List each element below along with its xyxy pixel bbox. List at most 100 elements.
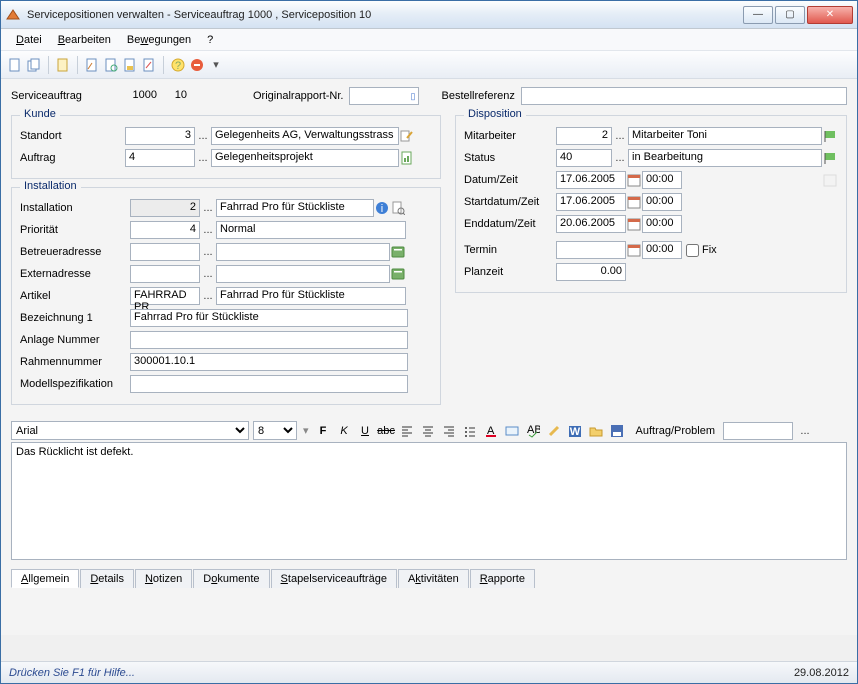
- card-icon[interactable]: [390, 244, 406, 260]
- dropdown-icon[interactable]: ▾: [208, 57, 224, 73]
- datum-time[interactable]: 00:00: [642, 171, 682, 189]
- calendar-icon[interactable]: [626, 216, 642, 232]
- doc1-icon[interactable]: [55, 57, 71, 73]
- installation-name[interactable]: Fahrrad Pro für Stückliste: [216, 199, 374, 217]
- flag-icon[interactable]: [822, 128, 838, 144]
- prioritaet-name[interactable]: Normal: [216, 221, 406, 239]
- insert-field-icon[interactable]: [504, 422, 521, 439]
- fix-checkbox[interactable]: [686, 244, 699, 257]
- mitarbeiter-name[interactable]: Mitarbeiter Toni: [628, 127, 822, 145]
- artikel-name[interactable]: Fahrrad Pro für Stückliste: [216, 287, 406, 305]
- betreuer-lookup[interactable]: ...: [200, 246, 216, 258]
- standort-lookup[interactable]: ...: [195, 130, 211, 142]
- stop-icon[interactable]: [189, 57, 205, 73]
- calendar-icon[interactable]: [626, 172, 642, 188]
- maximize-button[interactable]: ▢: [775, 6, 805, 24]
- underline-icon[interactable]: U: [357, 422, 374, 439]
- termin-time[interactable]: 00:00: [642, 241, 682, 259]
- prioritaet-nr[interactable]: 4: [130, 221, 200, 239]
- status-nr[interactable]: 40: [556, 149, 612, 167]
- word-icon[interactable]: W: [567, 422, 584, 439]
- auftrag-problem-lookup[interactable]: ...: [797, 425, 813, 437]
- tab-stapel[interactable]: Stapelserviceaufträge: [271, 569, 397, 588]
- tab-aktivitaeten[interactable]: Aktivitäten: [398, 569, 469, 588]
- mitarbeiter-lookup[interactable]: ...: [612, 130, 628, 142]
- info-icon[interactable]: i: [374, 200, 390, 216]
- doc3-icon[interactable]: [103, 57, 119, 73]
- clear-format-icon[interactable]: [546, 422, 563, 439]
- save-icon[interactable]: [609, 422, 626, 439]
- bold-icon[interactable]: F: [315, 422, 332, 439]
- bullets-icon[interactable]: [462, 422, 479, 439]
- menu-datei[interactable]: DDateiatei: [9, 32, 49, 48]
- editor-body[interactable]: Das Rücklicht ist defekt.: [11, 442, 847, 560]
- strike-icon[interactable]: abє: [378, 422, 395, 439]
- end-time[interactable]: 00:00: [642, 215, 682, 233]
- datum-input[interactable]: 17.06.2005: [556, 171, 626, 189]
- help-icon[interactable]: ?: [170, 57, 186, 73]
- svg-text:?: ?: [175, 60, 181, 72]
- betreuer-nr[interactable]: [130, 243, 200, 261]
- artikel-code[interactable]: FAHRRAD PR: [130, 287, 200, 305]
- bestellreferenz-input[interactable]: [521, 87, 847, 105]
- menu-bewegungen[interactable]: Bewegungen: [120, 32, 198, 48]
- copy-icon[interactable]: [26, 57, 42, 73]
- planzeit-input[interactable]: 0.00: [556, 263, 626, 281]
- align-right-icon[interactable]: [441, 422, 458, 439]
- modell-input[interactable]: [130, 375, 408, 393]
- extern-lookup[interactable]: ...: [200, 268, 216, 280]
- menu-bearbeiten[interactable]: Bearbeiten: [51, 32, 118, 48]
- auftrag-lookup[interactable]: ...: [195, 152, 211, 164]
- start-input[interactable]: 17.06.2005: [556, 193, 626, 211]
- extern-nr[interactable]: [130, 265, 200, 283]
- align-left-icon[interactable]: [399, 422, 416, 439]
- size-select[interactable]: 8: [253, 421, 297, 440]
- standort-name-input[interactable]: Gelegenheits AG, Verwaltungsstrass: [211, 127, 399, 145]
- auftrag-nr-input[interactable]: 4: [125, 149, 195, 167]
- installation-lookup[interactable]: ...: [200, 202, 216, 214]
- italic-icon[interactable]: K: [336, 422, 353, 439]
- status-lookup[interactable]: ...: [612, 152, 628, 164]
- tab-dokumente[interactable]: Dokumente: [193, 569, 269, 588]
- report-icon[interactable]: [399, 150, 415, 166]
- betreuer-name[interactable]: [216, 243, 390, 261]
- extern-name[interactable]: [216, 265, 390, 283]
- flag-icon[interactable]: [822, 150, 838, 166]
- calendar-icon[interactable]: [626, 242, 642, 258]
- doc2-icon[interactable]: [84, 57, 100, 73]
- search-doc-icon[interactable]: [390, 200, 406, 216]
- auftrag-problem-input[interactable]: [723, 422, 793, 440]
- bezeichnung1-input[interactable]: Fahrrad Pro für Stückliste: [130, 309, 408, 327]
- standort-nr-input[interactable]: 3: [125, 127, 195, 145]
- auftrag-name-input[interactable]: Gelegenheitsprojekt: [211, 149, 399, 167]
- artikel-lookup[interactable]: ...: [200, 290, 216, 302]
- align-center-icon[interactable]: [420, 422, 437, 439]
- minimize-button[interactable]: —: [743, 6, 773, 24]
- tab-details[interactable]: Details: [80, 569, 134, 588]
- status-name[interactable]: in Bearbeitung: [628, 149, 822, 167]
- installation-nr[interactable]: 2: [130, 199, 200, 217]
- doc5-icon[interactable]: [141, 57, 157, 73]
- font-color-icon[interactable]: A: [483, 422, 500, 439]
- mitarbeiter-nr[interactable]: 2: [556, 127, 612, 145]
- end-input[interactable]: 20.06.2005: [556, 215, 626, 233]
- doc4-icon[interactable]: [122, 57, 138, 73]
- prioritaet-lookup[interactable]: ...: [200, 224, 216, 236]
- tab-allgemein[interactable]: Allgemein: [11, 569, 79, 588]
- calendar-icon[interactable]: [626, 194, 642, 210]
- new-icon[interactable]: [7, 57, 23, 73]
- menu-help[interactable]: ?: [200, 32, 220, 48]
- start-time[interactable]: 00:00: [642, 193, 682, 211]
- rahmen-input[interactable]: 300001.10.1: [130, 353, 408, 371]
- open-icon[interactable]: [588, 422, 605, 439]
- termin-input[interactable]: [556, 241, 626, 259]
- tab-rapporte[interactable]: Rapporte: [470, 569, 535, 588]
- edit-icon[interactable]: [399, 128, 415, 144]
- originalrapport-input[interactable]: ▯: [349, 87, 419, 105]
- close-button[interactable]: ✕: [807, 6, 853, 24]
- spellcheck-icon[interactable]: ABC: [525, 422, 542, 439]
- anlage-input[interactable]: [130, 331, 408, 349]
- card-icon[interactable]: [390, 266, 406, 282]
- font-select[interactable]: Arial: [11, 421, 249, 440]
- tab-notizen[interactable]: Notizen: [135, 569, 192, 588]
